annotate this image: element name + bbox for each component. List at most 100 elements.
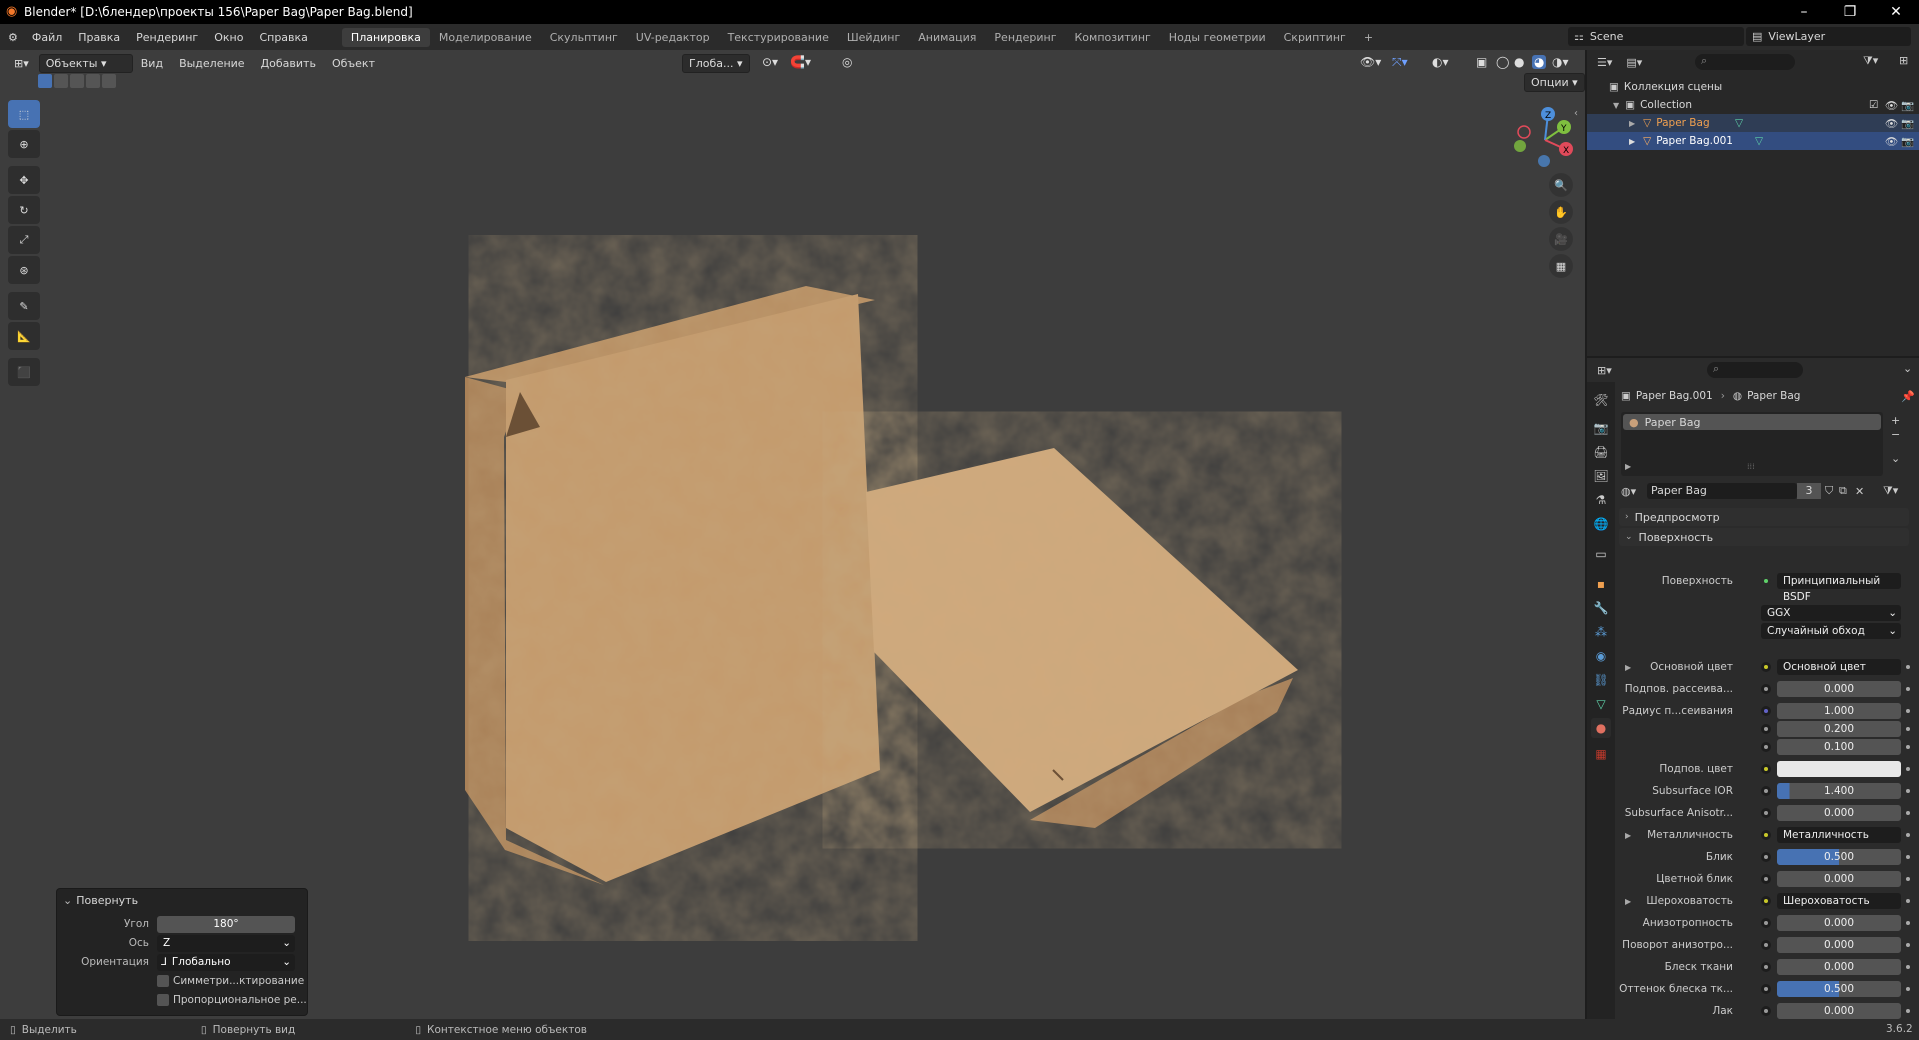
value-slider[interactable]: 0.200 xyxy=(1777,721,1901,737)
keyframe-dot-icon[interactable] xyxy=(1906,833,1910,837)
keyframe-dot-icon[interactable] xyxy=(1906,727,1910,731)
blender-menu-icon[interactable]: ⚙ xyxy=(8,31,18,44)
scene-selector[interactable]: ⚏ Scene xyxy=(1568,27,1744,46)
value-socket-icon[interactable] xyxy=(1761,742,1771,752)
object-tab-icon[interactable]: ▪ xyxy=(1591,574,1611,594)
linked-input-field[interactable]: Металличность xyxy=(1777,827,1901,843)
collection-tab-icon[interactable]: ▭ xyxy=(1591,544,1611,564)
tab-geometry-nodes[interactable]: Ноды геометрии xyxy=(1160,28,1275,47)
mesh-data-icon[interactable]: ▽ xyxy=(1755,135,1763,147)
view-layer-tab-icon[interactable]: 🖼 xyxy=(1591,466,1611,486)
keyframe-dot-icon[interactable] xyxy=(1906,899,1910,903)
tab-scripting[interactable]: Скриптинг xyxy=(1275,28,1355,47)
value-slider[interactable]: 0.000 xyxy=(1777,915,1901,931)
keyframe-dot-icon[interactable] xyxy=(1906,855,1910,859)
tab-shading[interactable]: Шейдинг xyxy=(838,28,909,47)
value-slider[interactable]: 1.000 xyxy=(1777,703,1901,719)
value-socket-icon[interactable] xyxy=(1761,706,1771,716)
linked-input-field[interactable]: Шероховатость xyxy=(1777,893,1901,909)
sidebar-toggle-icon[interactable]: ‹ xyxy=(1574,108,1578,119)
keyframe-dot-icon[interactable] xyxy=(1906,767,1910,771)
view-layer-selector[interactable]: ▤ ViewLayer xyxy=(1746,27,1911,46)
output-tab-icon[interactable]: 🖨 xyxy=(1591,442,1611,462)
linked-input-field[interactable]: Основной цвет xyxy=(1777,659,1901,675)
tab-layout[interactable]: Планировка xyxy=(341,27,430,47)
value-slider[interactable]: 0.000 xyxy=(1777,1003,1901,1019)
menu-window[interactable]: Окно xyxy=(206,31,251,44)
tab-modeling[interactable]: Моделирование xyxy=(430,28,541,47)
paper-bag-001-object[interactable] xyxy=(866,448,1298,828)
value-socket-icon[interactable] xyxy=(1761,852,1771,862)
constraints-tab-icon[interactable]: ⛓ xyxy=(1591,670,1611,690)
collection-checkbox-icon[interactable]: ☑ xyxy=(1869,99,1878,111)
zoom-icon[interactable]: 🔍 xyxy=(1549,173,1573,197)
value-socket-icon[interactable] xyxy=(1761,724,1771,734)
value-slider[interactable]: 0.000 xyxy=(1777,871,1901,887)
outliner-collection[interactable]: ▼ ▣ Collection ☑ 👁 📷 xyxy=(1587,96,1919,114)
scene-tab-icon[interactable]: ⚗ xyxy=(1591,490,1611,510)
tab-texture-paint[interactable]: Текстурирование xyxy=(719,28,838,47)
proportional-checkbox[interactable] xyxy=(157,994,169,1006)
value-socket-icon[interactable] xyxy=(1761,940,1771,950)
value-slider[interactable]: 0.500 xyxy=(1777,849,1901,865)
expand-arrow-icon[interactable]: ▶ xyxy=(1625,831,1631,840)
world-tab-icon[interactable]: 🌐 xyxy=(1591,514,1611,534)
object-visibility-icon[interactable]: 👁 xyxy=(1885,135,1898,148)
tab-rendering[interactable]: Рендеринг xyxy=(985,28,1065,47)
physics-tab-icon[interactable]: ◉ xyxy=(1591,646,1611,666)
color-socket-icon[interactable] xyxy=(1761,662,1771,672)
tab-uv-editing[interactable]: UV-редактор xyxy=(627,28,719,47)
value-socket-icon[interactable] xyxy=(1761,918,1771,928)
outliner-scene-collection[interactable]: ▣ Коллекция сцены xyxy=(1587,78,1919,96)
keyframe-dot-icon[interactable] xyxy=(1906,745,1910,749)
pan-hand-icon[interactable]: ✋ xyxy=(1549,200,1573,224)
color-socket-icon[interactable] xyxy=(1761,830,1771,840)
surface-shader-field[interactable]: Принципиальный BSDF xyxy=(1777,573,1901,603)
angle-field[interactable]: 180° xyxy=(157,915,295,933)
menu-file[interactable]: Файл xyxy=(24,31,70,44)
new-collection-icon[interactable]: ⊞ xyxy=(1899,54,1908,67)
expand-arrow-icon[interactable]: ▶ xyxy=(1625,897,1631,906)
properties-editor-icon[interactable]: ⊞▾ xyxy=(1597,364,1612,377)
tool-tab-icon[interactable]: 🛠 xyxy=(1591,390,1611,410)
operator-panel-header[interactable]: ⌄ Повернуть xyxy=(57,891,309,909)
value-socket-icon[interactable] xyxy=(1761,984,1771,994)
keyframe-dot-icon[interactable] xyxy=(1906,921,1910,925)
filter-icon[interactable]: ⧩▾ xyxy=(1863,54,1878,68)
texture-tab-icon[interactable]: ▦ xyxy=(1591,744,1611,764)
color-socket-icon[interactable] xyxy=(1761,896,1771,906)
material-tab-icon[interactable]: ● xyxy=(1591,718,1611,738)
orientation-dropdown[interactable]: ⅃ Глобально ⌄ xyxy=(157,953,295,971)
add-workspace-button[interactable]: + xyxy=(1355,28,1382,47)
value-socket-icon[interactable] xyxy=(1761,1006,1771,1016)
mesh-data-icon[interactable]: ▽ xyxy=(1735,117,1743,129)
keyframe-dot-icon[interactable] xyxy=(1906,665,1910,669)
value-slider[interactable]: 0.500 xyxy=(1777,981,1901,997)
value-slider[interactable]: 0.000 xyxy=(1777,681,1901,697)
keyframe-dot-icon[interactable] xyxy=(1906,877,1910,881)
expand-arrow-icon[interactable]: ▶ xyxy=(1625,663,1631,672)
distribution-dropdown[interactable]: GGX ⌄ xyxy=(1761,605,1901,621)
subsurface-color-swatch[interactable] xyxy=(1777,761,1901,777)
outliner-item-paper-bag[interactable]: ▶ ▽ Paper Bag ▽ 👁 📷 xyxy=(1587,114,1919,132)
expand-arrow-icon[interactable]: ▶ xyxy=(1629,119,1635,128)
value-socket-icon[interactable] xyxy=(1761,786,1771,796)
keyframe-dot-icon[interactable] xyxy=(1906,943,1910,947)
value-socket-icon[interactable] xyxy=(1761,874,1771,884)
value-socket-icon[interactable] xyxy=(1761,808,1771,818)
value-slider[interactable]: 0.100 xyxy=(1777,739,1901,755)
value-slider[interactable]: 0.000 xyxy=(1777,959,1901,975)
navigation-gizmo[interactable]: X Y Z xyxy=(1510,102,1580,172)
keyframe-dot-icon[interactable] xyxy=(1906,709,1910,713)
keyframe-dot-icon[interactable] xyxy=(1906,687,1910,691)
menu-render[interactable]: Рендеринг xyxy=(128,31,206,44)
keyframe-dot-icon[interactable] xyxy=(1906,789,1910,793)
menu-help[interactable]: Справка xyxy=(251,31,315,44)
data-tab-icon[interactable]: ▽ xyxy=(1591,694,1611,714)
outliner-editor-icon[interactable]: ☰▾ xyxy=(1597,56,1612,69)
outliner-display-mode-icon[interactable]: ▤▾ xyxy=(1626,56,1642,69)
3d-viewport[interactable]: ⊞▾ Объекты ▾ Вид Выделение Добавить Объе… xyxy=(0,50,1585,1019)
modifier-tab-icon[interactable]: 🔧 xyxy=(1591,598,1611,618)
object-visibility-icon[interactable]: 👁 xyxy=(1885,117,1898,130)
close-button[interactable]: ✕ xyxy=(1873,0,1919,24)
